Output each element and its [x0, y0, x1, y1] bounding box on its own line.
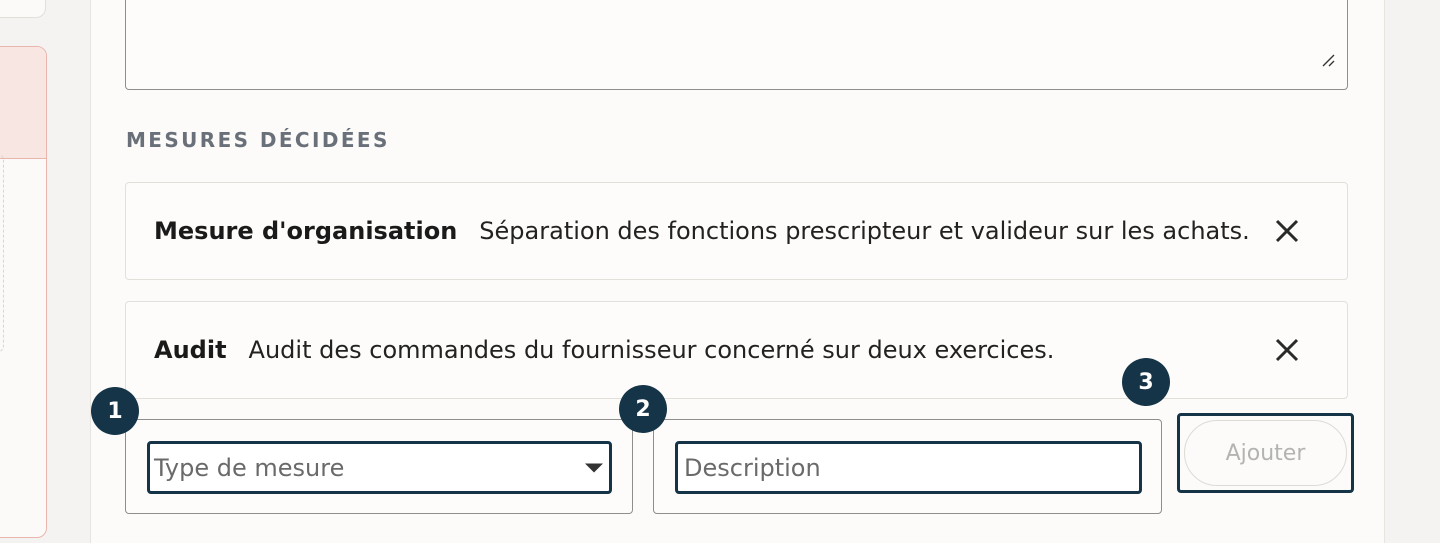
- left-card-top: [0, 0, 46, 18]
- measure-type-placeholder: Type de mesure: [154, 453, 345, 482]
- step-badge-3: 3: [1122, 358, 1170, 406]
- left-dashed-placeholder: [0, 154, 4, 352]
- measure-row: Mesure d'organisation Séparation des fon…: [125, 182, 1348, 280]
- remove-measure-button[interactable]: [1273, 336, 1301, 364]
- step-badge-1: 1: [91, 387, 139, 435]
- notes-textarea[interactable]: [125, 0, 1348, 90]
- close-icon: [1275, 219, 1299, 243]
- measure-description: Séparation des fonctions prescripteur et…: [479, 217, 1250, 245]
- measure-type-select[interactable]: Type de mesure: [147, 441, 612, 494]
- measure-description: Audit des commandes du fournisseur conce…: [248, 336, 1055, 364]
- left-column: [0, 0, 90, 543]
- caret-down-icon: [585, 463, 603, 472]
- add-button-focus-ring: Ajouter: [1177, 413, 1354, 493]
- measure-description-input[interactable]: [675, 441, 1142, 494]
- measure-type: Audit: [154, 336, 227, 364]
- left-alert-card-header: [0, 47, 46, 159]
- section-title: MESURES DÉCIDÉES: [126, 128, 390, 152]
- main-panel: MESURES DÉCIDÉES Mesure d'organisation S…: [90, 0, 1385, 543]
- resize-handle-icon[interactable]: [1321, 53, 1335, 67]
- remove-measure-button[interactable]: [1273, 217, 1301, 245]
- close-icon: [1275, 338, 1299, 362]
- measure-type: Mesure d'organisation: [154, 217, 458, 245]
- step-badge-2: 2: [619, 385, 667, 433]
- add-measure-button[interactable]: Ajouter: [1184, 420, 1347, 486]
- left-alert-card: [0, 46, 47, 538]
- measure-description-field: [653, 419, 1162, 514]
- measure-type-field: Type de mesure: [125, 419, 633, 514]
